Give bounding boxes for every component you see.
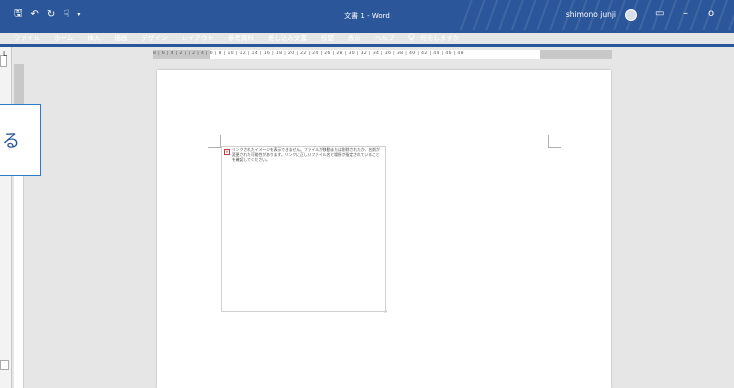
lightbulb-icon: [408, 32, 415, 41]
tooltip-text: る: [2, 131, 20, 152]
tell-me-label: 何をしますか: [420, 34, 460, 42]
broken-image-frame[interactable]: [221, 146, 386, 312]
tab-home[interactable]: ホーム: [54, 32, 73, 42]
tab-design[interactable]: デザイン: [141, 32, 167, 42]
maximize-button[interactable]: o: [708, 8, 714, 19]
user-name[interactable]: shimono junji: [566, 10, 616, 19]
margin-corner-top-right: [548, 135, 561, 148]
tab-help[interactable]: ヘルプ: [375, 32, 395, 42]
tab-view[interactable]: 表示: [348, 32, 361, 42]
minimize-button[interactable]: –: [683, 8, 688, 19]
avatar[interactable]: [625, 9, 637, 21]
left-pane: [0, 47, 12, 388]
tab-layout[interactable]: レイアウト: [181, 32, 214, 42]
left-bottom-box[interactable]: [0, 360, 9, 370]
ruler-ticks: 8 | 6 | 4 | 2 | | 2 | 4 | 6 | 8 | 10 | 1…: [153, 51, 464, 56]
tab-review[interactable]: 校閲: [321, 32, 334, 42]
margin-corner-top-left: [208, 135, 221, 148]
ribbon-display-options-button[interactable]: ▭: [655, 8, 664, 19]
tab-insert[interactable]: 挿入: [87, 32, 100, 42]
tab-draw[interactable]: 描画: [114, 32, 127, 42]
tooltip-callout: る: [0, 104, 41, 176]
tab-mailings[interactable]: 差し込み文書: [268, 32, 307, 42]
tab-references[interactable]: 参考資料: [228, 32, 254, 42]
ribbon-tabs: ファイル ホーム 挿入 描画 デザイン レイアウト 参考資料 差し込み文書 校閲…: [14, 30, 459, 44]
broken-image-message: リンクされたイメージを表示できません。ファイルが移動または削除されたか、名前が変…: [232, 147, 380, 162]
tell-me-box[interactable]: 何をしますか: [408, 32, 459, 42]
window-title: 文書 1 - Word: [344, 12, 390, 20]
tab-file[interactable]: ファイル: [14, 32, 40, 42]
broken-image-icon: ✕: [224, 149, 230, 155]
tab-selector-icon[interactable]: L: [3, 50, 11, 58]
resize-handle-icon[interactable]: ⌟: [384, 307, 387, 314]
